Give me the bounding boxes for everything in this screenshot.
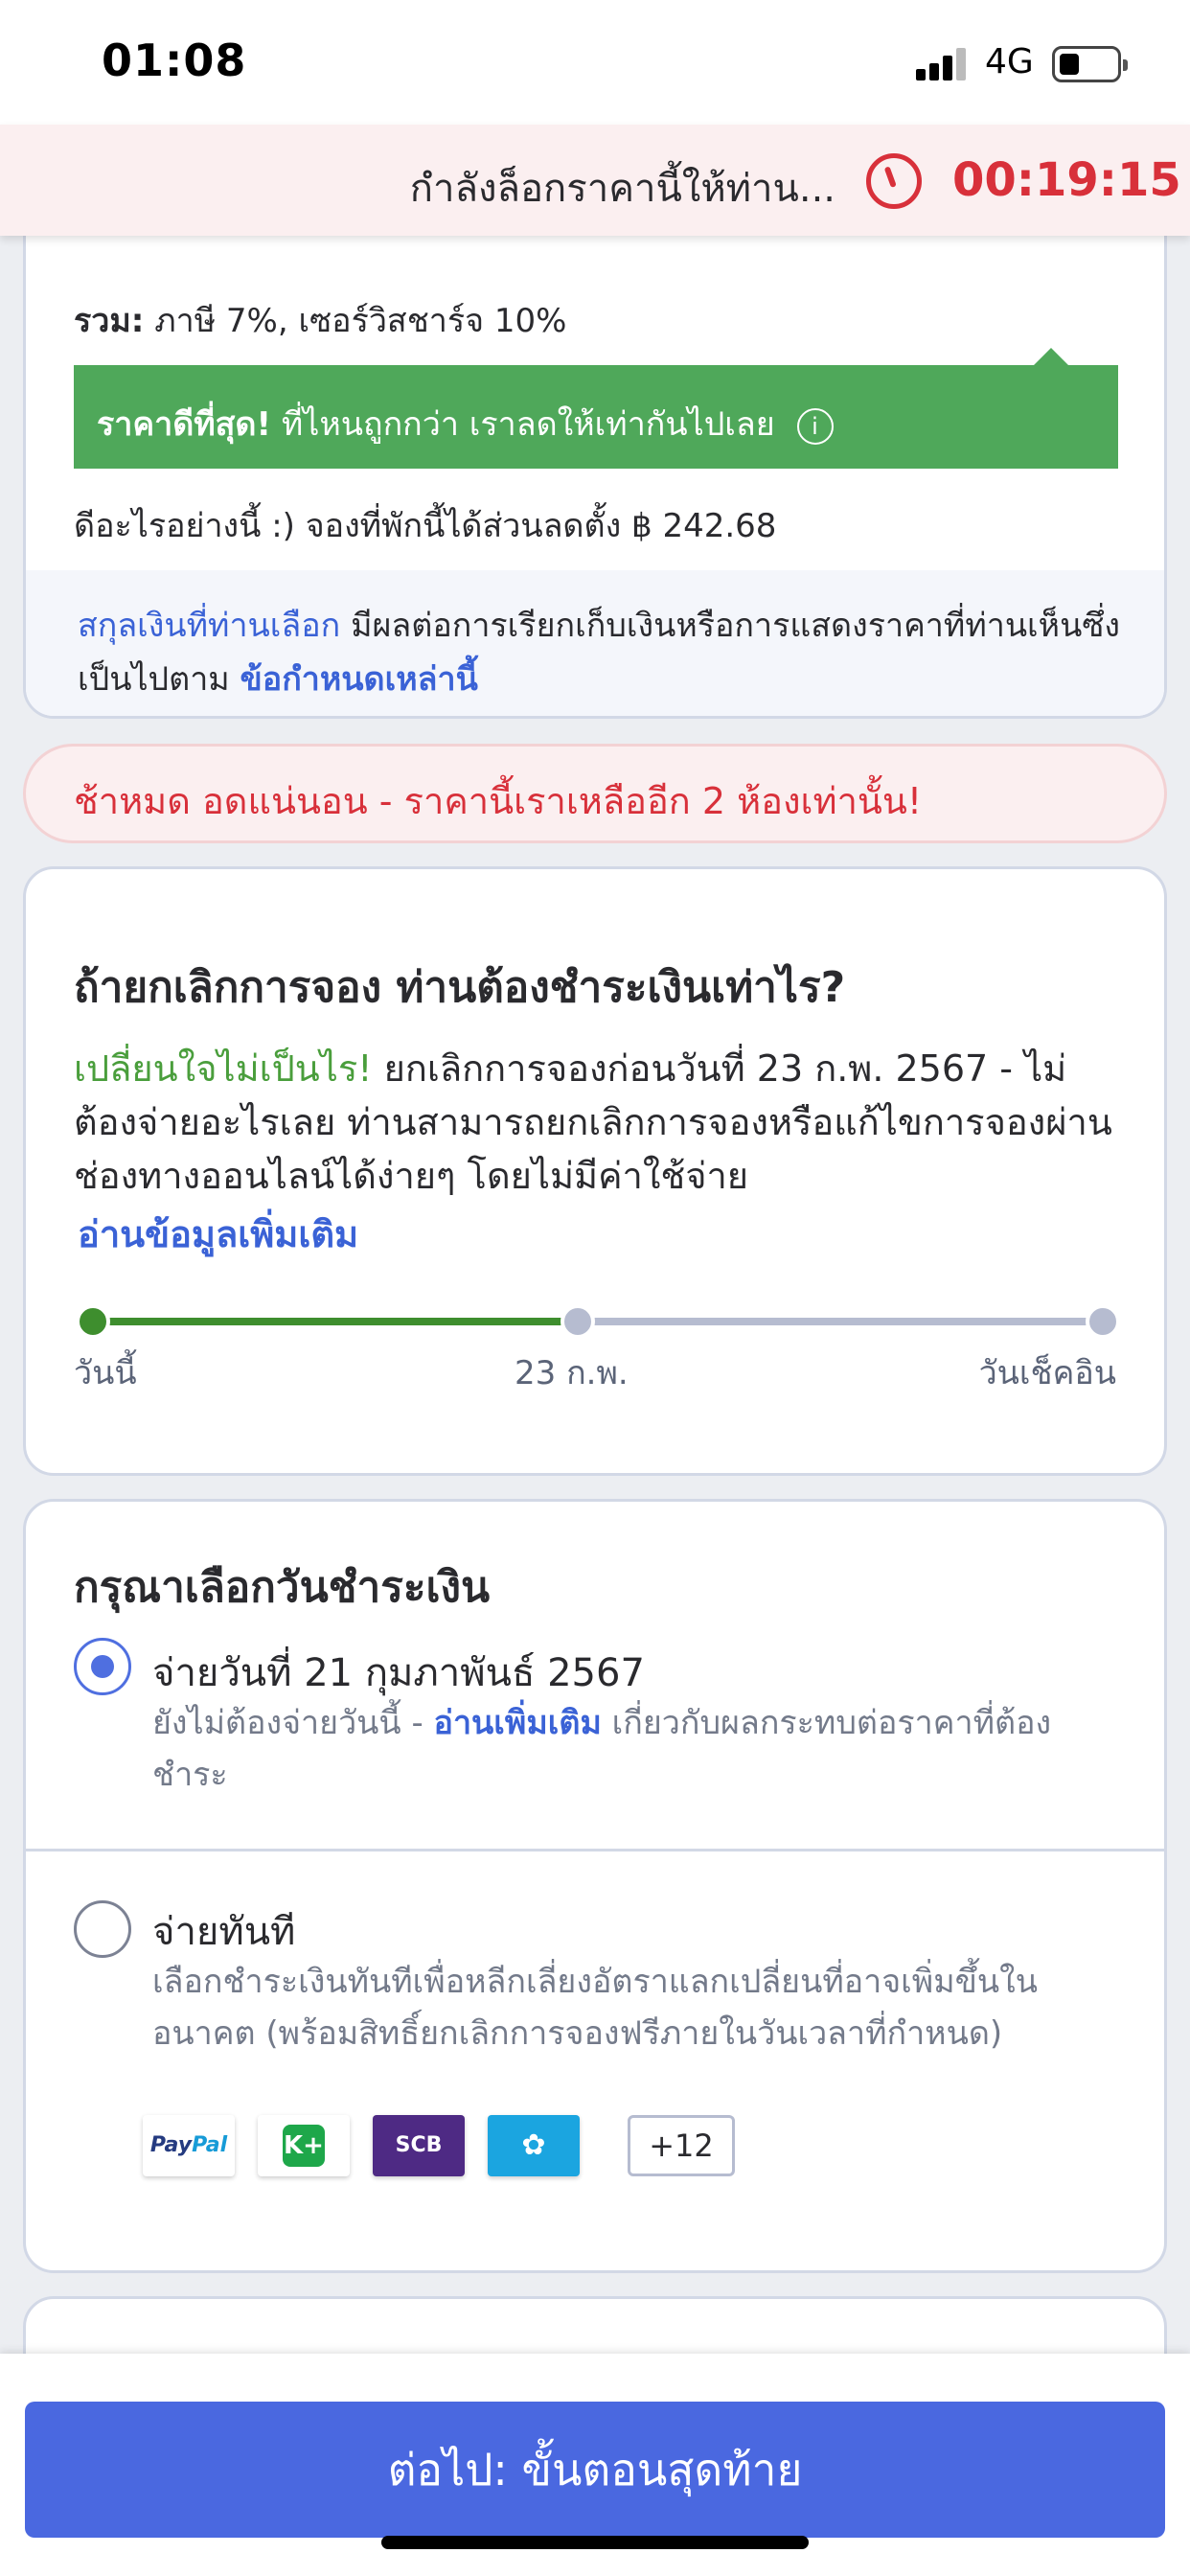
pay-later-read-more-link[interactable]: อ่านเพิ่มเติม	[434, 1704, 602, 1742]
pay-later-title[interactable]: จ่ายวันที่ 21 กุมภาพันธ์ 2567	[152, 1642, 645, 1703]
pay-later-radio[interactable]	[74, 1638, 131, 1695]
kbank-logo: ✿	[488, 2115, 580, 2176]
signal-icon	[916, 48, 970, 80]
countdown-timer: 00:19:15	[952, 153, 1181, 207]
payment-date-title: กรุณาเลือกวันชำระเงิน	[74, 1563, 491, 1612]
paypal-logo: PayPal	[143, 2115, 235, 2176]
discount-text: ดีอะไรอย่างนี้ :) จองที่พักนี้ได้ส่วนลดต…	[74, 507, 777, 545]
divider	[26, 1849, 1164, 1852]
currency-notice: สกุลเงินที่ท่านเลือก มีผลต่อการเรียกเก็บ…	[26, 570, 1164, 716]
more-payment-methods[interactable]: +12	[628, 2115, 735, 2176]
cancellation-highlight: เปลี่ยนใจไม่เป็นไร!	[74, 1047, 373, 1090]
pay-now-radio[interactable]	[74, 1900, 131, 1958]
timeline-label-today: วันนี้	[74, 1354, 137, 1392]
status-bar: 01:08 4G	[0, 0, 1190, 125]
best-price-label: ราคาดีที่สุด!	[97, 405, 272, 444]
scarcity-warning: ช้าหมด อดแน่นอน - ราคานี้เราเหลืออีก 2 ห…	[23, 744, 1167, 843]
payment-date-card: กรุณาเลือกวันชำระเงิน จ่ายวันที่ 21 กุมภ…	[23, 1499, 1167, 2273]
kplus-logo: K+	[258, 2115, 350, 2176]
battery-icon	[1052, 46, 1128, 82]
cancellation-timeline	[74, 1291, 1128, 1348]
terms-link[interactable]: ข้อกำหนดเหล่านี้	[240, 660, 478, 699]
tax-label: รวม:	[74, 302, 145, 340]
price-summary-card: รวม: ภาษี 7%, เซอร์วิสชาร์จ 10% ราคาดีที…	[23, 192, 1167, 719]
info-icon[interactable]: i	[796, 407, 834, 445]
best-price-text: ที่ไหนถูกกว่า เราลดให้เท่ากันไปเลย	[281, 405, 775, 444]
pay-now-desc: เลือกชำระเงินทันทีเพื่อหลีกเลี่ยงอัตราแล…	[152, 1963, 1038, 2053]
best-price-banner: ราคาดีที่สุด! ที่ไหนถูกกว่า เราลดให้เท่า…	[74, 348, 1118, 469]
home-indicator[interactable]	[381, 2536, 809, 2549]
pay-later-desc: ยังไม่ต้องจ่ายวันนี้ - อ่านเพิ่มเติม เกี…	[152, 1697, 1072, 1801]
timeline-label-deadline: 23 ก.พ.	[515, 1354, 629, 1392]
clock-icon	[866, 153, 922, 209]
timeline-dot-deadline	[561, 1304, 595, 1339]
cancellation-title: ถ้ายกเลิกการจอง ท่านต้องชำระเงินเท่าไร?	[74, 963, 846, 1012]
timeline-progress	[93, 1318, 581, 1325]
scarcity-warning-text: ช้าหมด อดแน่นอน - ราคานี้เราเหลืออีก 2 ห…	[74, 780, 923, 822]
pay-later-desc-prefix: ยังไม่ต้องจ่ายวันนี้ -	[152, 1704, 423, 1742]
cancellation-card: ถ้ายกเลิกการจอง ท่านต้องชำระเงินเท่าไร? …	[23, 866, 1167, 1476]
tax-line: รวม: ภาษี 7%, เซอร์วิสชาร์จ 10%	[74, 294, 566, 346]
cancellation-body: เปลี่ยนใจไม่เป็นไร! ยกเลิกการจองก่อนวันท…	[74, 1042, 1128, 1203]
timeline-dot-today	[76, 1304, 110, 1339]
timeline-label-checkin: วันเช็คอิน	[978, 1354, 1116, 1392]
price-lock-text: กำลังล็อกราคานี้ให้ท่าน...	[409, 167, 835, 211]
network-label: 4G	[985, 42, 1034, 81]
pay-now-title[interactable]: จ่ายทันที	[152, 1900, 295, 1962]
scb-logo: SCB	[373, 2115, 465, 2176]
status-time: 01:08	[102, 34, 247, 86]
timeline-dot-checkin	[1086, 1304, 1120, 1339]
currency-link[interactable]: สกุลเงินที่ท่านเลือก	[78, 607, 340, 645]
next-step-button[interactable]: ต่อไป: ขั้นตอนสุดท้าย	[25, 2402, 1165, 2538]
tax-text: ภาษี 7%, เซอร์วิสชาร์จ 10%	[154, 302, 567, 340]
read-more-link[interactable]: อ่านข้อมูลเพิ่มเติม	[78, 1205, 358, 1263]
